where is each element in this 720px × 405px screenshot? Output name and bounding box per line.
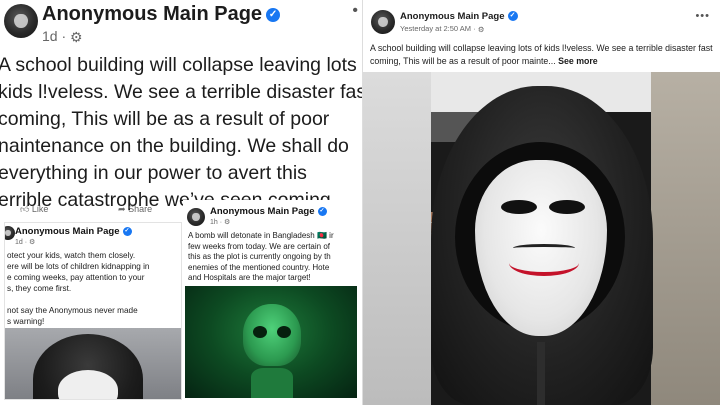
audience-icon: ⚙ bbox=[29, 239, 36, 246]
page-name[interactable]: Anonymous Main Page ✓ bbox=[210, 206, 327, 217]
background-wall bbox=[363, 72, 431, 405]
verified-badge-icon: ✓ bbox=[317, 206, 327, 216]
page-name-link[interactable]: Anonymous Main Page bbox=[400, 11, 505, 22]
verified-badge-icon: ✓ bbox=[507, 11, 518, 22]
right-post-screenshot: Anonymous Main Page ✓ Yesterday at 2:50 A… bbox=[362, 0, 720, 405]
jacket-zipper bbox=[537, 342, 545, 405]
bomb-post-screenshot: Anonymous Main Page ✓ 1h · ⚙ A bomb will … bbox=[183, 200, 362, 400]
share-arrow-icon: ➦ bbox=[118, 204, 126, 214]
page-name[interactable]: Anonymous Main Page ✓ bbox=[400, 11, 518, 22]
post-time: Yesterday at 2:50 AM · ⚙ bbox=[400, 24, 484, 34]
audience-icon: ⚙ bbox=[477, 24, 485, 34]
share-button[interactable]: ➦ Share bbox=[118, 204, 152, 215]
page-name-link[interactable]: Anonymous Main Page bbox=[42, 3, 262, 25]
post-text-line: this as the plot is currently ongoing by… bbox=[188, 252, 331, 262]
mask-eye bbox=[549, 200, 585, 214]
page-name-link[interactable]: Anonymous Main Page bbox=[15, 226, 120, 237]
post-text-line: everything in our power to avert this bbox=[0, 162, 307, 184]
skull-eye bbox=[277, 326, 291, 338]
post-text-line: e coming weeks, pay attention to your bbox=[7, 273, 145, 282]
post-text-line: not say the Anonymous never made bbox=[7, 306, 138, 315]
post-text: A school building will collapse leaving … bbox=[0, 52, 362, 214]
post-text: A bomb will detonate in Bangladesh 🇧🇩 ir… bbox=[188, 231, 362, 284]
post-text-line: s warning! bbox=[7, 317, 45, 326]
more-dots-icon[interactable]: ••• bbox=[695, 10, 710, 22]
post-text-line: enemies of the mentioned country. Hote bbox=[188, 262, 330, 272]
post-text-line: coming, This will be as a result of poor bbox=[0, 108, 330, 130]
share-label: Share bbox=[128, 204, 153, 214]
green-skull-image[interactable] bbox=[185, 286, 357, 398]
skull-jaw bbox=[251, 368, 293, 398]
post-time-text: 1d · bbox=[42, 28, 67, 44]
page-avatar[interactable] bbox=[187, 208, 205, 226]
left-post-screenshot: Anonymous Main Page ✓ • 1d · ⚙ A school b… bbox=[0, 0, 362, 225]
post-text-line: otect your kids, watch them closely. bbox=[7, 251, 136, 260]
post-text-line: and Hospitals are the major target! bbox=[188, 273, 311, 283]
background-door bbox=[651, 72, 720, 405]
post-time: 1d · ⚙ bbox=[42, 28, 83, 46]
post-text-line: few weeks from today. We are certain of bbox=[188, 241, 330, 251]
post-text: otect your kids, watch them closely. ere… bbox=[7, 250, 181, 327]
post-time-text: Yesterday at 2:50 AM · bbox=[400, 24, 476, 33]
verified-badge-icon: ✓ bbox=[266, 7, 281, 22]
post-text: A school building will collapse leaving … bbox=[370, 42, 718, 68]
hooded-figure-image[interactable] bbox=[5, 328, 181, 399]
skull-shape bbox=[243, 304, 301, 366]
post-text-line: naintenance on the building. We shall do bbox=[0, 135, 349, 157]
post-time-text: 1h · bbox=[210, 218, 223, 226]
audience-icon: ⚙ bbox=[70, 28, 83, 45]
more-options-icon[interactable]: • bbox=[352, 2, 358, 20]
like-button[interactable]: 👍︎ Like bbox=[20, 204, 48, 215]
masked-hooded-figure-image[interactable] bbox=[363, 72, 720, 405]
post-time: 1d · ⚙ bbox=[15, 238, 35, 246]
page-avatar[interactable] bbox=[5, 226, 15, 240]
thumbs-up-icon: 👍︎ bbox=[20, 204, 30, 214]
page-avatar[interactable] bbox=[4, 4, 38, 38]
mask-eye bbox=[501, 200, 537, 214]
post-time-text: 1d · bbox=[15, 238, 28, 246]
post-text-body: A school building will collapse leaving … bbox=[370, 43, 713, 66]
post-text-line: kids l!veless. We see a terrible disaste… bbox=[0, 81, 362, 103]
verified-badge-icon: ✓ bbox=[122, 226, 132, 236]
post-text-line: ere will be lots of children kidnapping … bbox=[7, 262, 150, 271]
like-label: Like bbox=[31, 204, 49, 214]
skull-eye bbox=[253, 326, 267, 338]
page-name[interactable]: Anonymous Main Page ✓ bbox=[42, 3, 281, 26]
page-avatar[interactable] bbox=[371, 10, 395, 34]
see-more-link[interactable]: See more bbox=[558, 56, 598, 66]
page-name-link[interactable]: Anonymous Main Page bbox=[210, 206, 315, 217]
post-text-line: A school building will collapse leaving … bbox=[0, 54, 362, 76]
mask-red-smile bbox=[509, 250, 579, 276]
kidnapping-post-screenshot: Anonymous Main Page ✓ 1d · ⚙ otect your k… bbox=[4, 222, 182, 400]
audience-icon: ⚙ bbox=[224, 219, 231, 226]
post-text-line: s, they come first. bbox=[7, 284, 72, 293]
post-text-line: A bomb will detonate in Bangladesh 🇧🇩 ir bbox=[188, 231, 334, 240]
page-name[interactable]: Anonymous Main Page ✓ bbox=[15, 226, 132, 237]
post-text-line bbox=[7, 294, 181, 305]
post-time: 1h · ⚙ bbox=[210, 218, 230, 226]
